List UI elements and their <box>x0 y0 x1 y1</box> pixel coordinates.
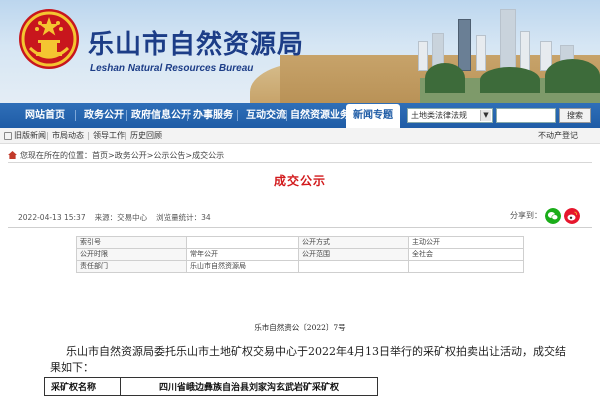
share-label: 分享到： <box>510 211 542 220</box>
nav-news-topics-label: 新闻专题 <box>353 110 393 121</box>
banner-building <box>418 41 428 71</box>
nav-divider <box>187 110 188 121</box>
table-cell <box>298 260 409 273</box>
divider <box>88 132 89 140</box>
law-category-value: 土地类法律法规 <box>411 111 467 120</box>
table-cell: 公开时限 <box>76 248 187 261</box>
divider <box>8 227 592 228</box>
breadcrumb: 您现在所在的位置：首页>政务公开>公示公告>成交公示 <box>8 150 224 161</box>
publish-date: 2022-04-13 15:37 <box>18 213 86 222</box>
table-row: 采矿权名称 四川省峨边彝族自治县刘家沟玄武岩矿采矿权 <box>44 377 378 396</box>
banner-trees <box>480 67 540 93</box>
view-count: 浏览量统计：34 <box>156 213 211 222</box>
table-cell: 四川省峨边彝族自治县刘家沟玄武岩矿采矿权 <box>120 377 378 396</box>
breadcrumb-path[interactable]: 首页>政务公开>公示公告>成交公示 <box>92 151 224 160</box>
nav-news-topics[interactable]: 新闻专题 <box>346 104 400 128</box>
home-icon <box>8 151 17 159</box>
nav-gov-info[interactable]: 政府信息公开 <box>131 103 191 128</box>
nav-services[interactable]: 办事服务 <box>193 103 233 128</box>
nav-divider <box>126 110 127 121</box>
article-source: 来源：交易中心 <box>94 213 148 222</box>
wechat-share-icon[interactable] <box>545 208 561 224</box>
law-category-select[interactable]: 土地类法律法规 ▼ <box>407 108 493 123</box>
breadcrumb-prefix: 您现在所在的位置： <box>20 151 92 160</box>
news-icon <box>4 132 12 140</box>
nav-home[interactable]: 网站首页 <box>25 103 65 128</box>
nav-divider <box>237 110 238 121</box>
divider <box>47 132 48 140</box>
banner-building <box>500 9 516 71</box>
site-subtitle: Leshan Natural Resources Bureau <box>90 63 254 74</box>
nav-interaction[interactable]: 互动交流 <box>246 103 286 128</box>
document-info-table: 索引号 公开方式 主动公开 公开时限 常年公开 公开范围 全社会 责任部门 乐山… <box>76 236 524 273</box>
quick-link-leadership[interactable]: 领导工作 <box>93 128 125 144</box>
search-input[interactable] <box>496 108 556 123</box>
header-banner: 乐山市自然资源局 Leshan Natural Resources Bureau <box>0 0 600 103</box>
table-row: 公开时限 常年公开 公开范围 全社会 <box>76 248 524 261</box>
quick-link-property-registration[interactable]: 不动产登记 <box>538 128 578 144</box>
nav-gov-affairs[interactable]: 政务公开 <box>84 103 124 128</box>
divider <box>125 132 126 140</box>
document-body: 乐山市自然资源局委托乐山市土地矿权交易中心于2022年4月13日举行的采矿权拍卖… <box>50 345 566 374</box>
banner-trees <box>425 63 465 93</box>
table-cell: 主动公开 <box>408 236 524 249</box>
banner-building <box>520 31 530 71</box>
result-table: 采矿权名称 四川省峨边彝族自治县刘家沟玄武岩矿采矿权 <box>44 377 378 396</box>
nav-divider <box>75 110 76 121</box>
table-row: 责任部门 乐山市自然资源局 <box>76 260 524 273</box>
table-cell: 责任部门 <box>76 260 187 273</box>
chevron-down-icon: ▼ <box>480 110 491 121</box>
nav-divider <box>286 110 287 121</box>
table-cell <box>186 236 299 249</box>
article-meta: 2022-04-13 15:37 来源：交易中心 浏览量统计：34 <box>18 212 220 223</box>
article-title: 成交公示 <box>273 174 326 188</box>
table-cell: 公开方式 <box>298 236 409 249</box>
table-cell: 公开范围 <box>298 248 409 261</box>
banner-building <box>458 19 471 71</box>
national-emblem-icon <box>19 9 79 69</box>
banner-building <box>476 35 486 71</box>
nav-natural-resources[interactable]: 自然资源业务 <box>290 103 350 128</box>
quick-link-history[interactable]: 历史回顾 <box>130 128 162 144</box>
table-cell <box>408 260 524 273</box>
quick-link-old-news[interactable]: 旧版新闻 <box>14 128 46 144</box>
banner-trees <box>545 59 600 93</box>
divider <box>8 162 592 163</box>
document-number: 乐市自然资公〔2022〕7号 <box>254 323 346 332</box>
quick-link-bureau-news[interactable]: 市局动态 <box>52 128 84 144</box>
table-row: 索引号 公开方式 主动公开 <box>76 236 524 249</box>
table-cell: 乐山市自然资源局 <box>186 260 299 273</box>
table-cell: 全社会 <box>408 248 524 261</box>
search-button[interactable]: 搜索 <box>559 108 591 123</box>
table-cell: 常年公开 <box>186 248 299 261</box>
weibo-share-icon[interactable] <box>564 208 580 224</box>
quick-links-bar: 旧版新闻 市局动态 领导工作 历史回顾 不动产登记 <box>0 128 600 144</box>
table-header-cell: 采矿权名称 <box>44 377 121 396</box>
table-cell: 索引号 <box>76 236 187 249</box>
site-title: 乐山市自然资源局 <box>88 30 305 60</box>
